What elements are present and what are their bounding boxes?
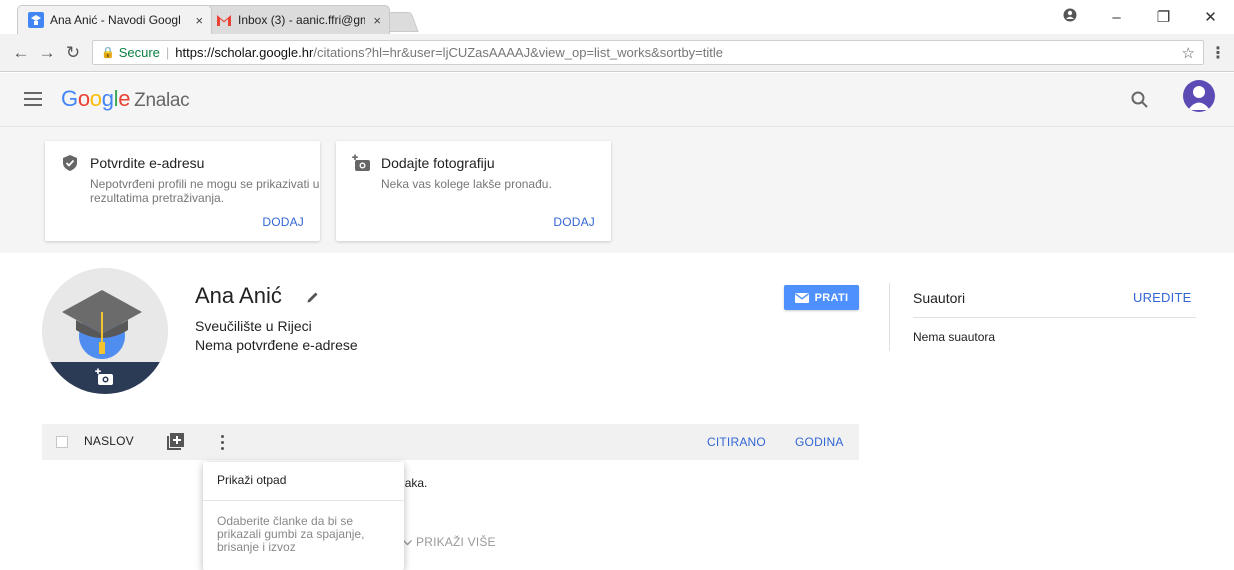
product-name: Znalac [134, 90, 190, 111]
card-title: Potvrdite e-adresu [90, 155, 205, 171]
coauthors-empty: Nema suautora [913, 330, 996, 344]
add-email-button[interactable]: DODAJ [262, 215, 304, 229]
verify-email-card: Potvrdite e-adresu Nepotvrđeni profili n… [45, 141, 320, 241]
mail-icon [794, 292, 809, 303]
divider [889, 283, 890, 351]
profile-photo[interactable] [42, 268, 168, 394]
menu-item-show-trash[interactable]: Prikaži otpad [217, 473, 286, 487]
profile-icon[interactable] [1046, 8, 1093, 26]
sort-by-title[interactable]: NASLOV [84, 434, 134, 448]
show-more-label: PRIKAŽI VIŠE [416, 535, 496, 549]
profile-email-status: Nema potvrđene e-adrese [195, 337, 358, 353]
google-scholar-logo[interactable]: Google Znalac [61, 86, 190, 112]
forward-icon[interactable]: → [34, 43, 60, 63]
card-title: Dodajte fotografiju [381, 155, 495, 171]
tab-scholar[interactable]: Ana Anić - Navodi Googl × [17, 5, 212, 34]
tab-gmail[interactable]: Inbox (3) - aanic.ffri@gm × [205, 5, 390, 34]
account-avatar[interactable] [1183, 80, 1215, 112]
add-article-icon[interactable] [167, 433, 184, 450]
show-more-button[interactable]: PRIKAŽI VIŠE [403, 535, 496, 549]
tab-title: Ana Anić - Navodi Googl [50, 13, 181, 27]
search-icon[interactable] [1130, 90, 1150, 110]
separator: | [165, 45, 170, 60]
more-options-menu: Prikaži otpad Odaberite članke da bi se … [203, 462, 404, 570]
shield-check-icon [61, 154, 79, 172]
url-path: /citations?hl=hr&user=ljCUZasAAAAJ&view_… [313, 45, 724, 60]
close-icon[interactable]: × [194, 13, 205, 28]
divider [913, 317, 1196, 318]
edit-pencil-icon[interactable] [306, 290, 320, 304]
articles-table-header: NASLOV CITIRANO GODINA [42, 424, 859, 460]
add-photo-button[interactable]: DODAJ [553, 215, 595, 229]
restore-icon[interactable]: ❐ [1140, 8, 1187, 26]
profile-name: Ana Anić [195, 283, 282, 308]
secure-label: Secure [118, 45, 160, 60]
add-photo-card: Dodajte fotografiju Neka vas kolege lakš… [336, 141, 611, 241]
follow-button[interactable]: PRATI [784, 285, 859, 310]
sort-by-cited[interactable]: CITIRANO [707, 435, 766, 449]
url-host: https://scholar.google.hr [175, 45, 314, 60]
close-window-icon[interactable]: ✕ [1187, 8, 1234, 26]
select-all-checkbox[interactable] [56, 436, 68, 448]
scholar-header: Google Znalac [0, 73, 1234, 127]
add-photo-icon [352, 154, 370, 172]
window-controls: – ❐ ✕ [1046, 0, 1234, 34]
menu-hint: Odaberite članke da bi se prikazali gumb… [217, 514, 365, 554]
tab-title: Inbox (3) - aanic.ffri@gm [238, 13, 366, 27]
card-description: Neka vas kolege lakše pronađu. [381, 177, 552, 191]
sort-by-year[interactable]: GODINA [795, 435, 844, 449]
browser-toolbar: ← → ↻ 🔒 Secure | https://scholar.google.… [0, 34, 1234, 72]
profile-affiliation: Sveučilište u Rijeci [195, 318, 312, 334]
camera-icon[interactable] [95, 368, 115, 391]
gmail-icon [216, 12, 232, 28]
chevron-down-icon [403, 535, 412, 549]
browser-menu-icon[interactable]: ⋮ [1210, 43, 1226, 63]
card-description: Nepotvrđeni profili ne mogu se prikaziva… [90, 177, 320, 205]
scholar-icon [28, 12, 44, 28]
divider [203, 500, 404, 501]
bookmark-star-icon[interactable]: ☆ [1182, 44, 1195, 62]
address-bar[interactable]: 🔒 Secure | https://scholar.google.hr /ci… [92, 40, 1204, 65]
close-icon[interactable]: × [371, 13, 383, 28]
follow-label: PRATI [814, 291, 849, 304]
lock-icon: 🔒 [101, 47, 115, 59]
edit-coauthors-button[interactable]: UREDITE [1133, 290, 1191, 305]
more-options-icon[interactable] [214, 433, 230, 451]
minimize-icon[interactable]: – [1093, 9, 1140, 26]
reload-icon[interactable]: ↻ [60, 43, 86, 63]
browser-tab-strip: Ana Anić - Navodi Googl × Inbox (3) - aa… [0, 0, 1234, 34]
back-icon[interactable]: ← [8, 43, 34, 63]
coauthors-title: Suautori [913, 290, 966, 306]
menu-icon[interactable] [24, 92, 42, 106]
